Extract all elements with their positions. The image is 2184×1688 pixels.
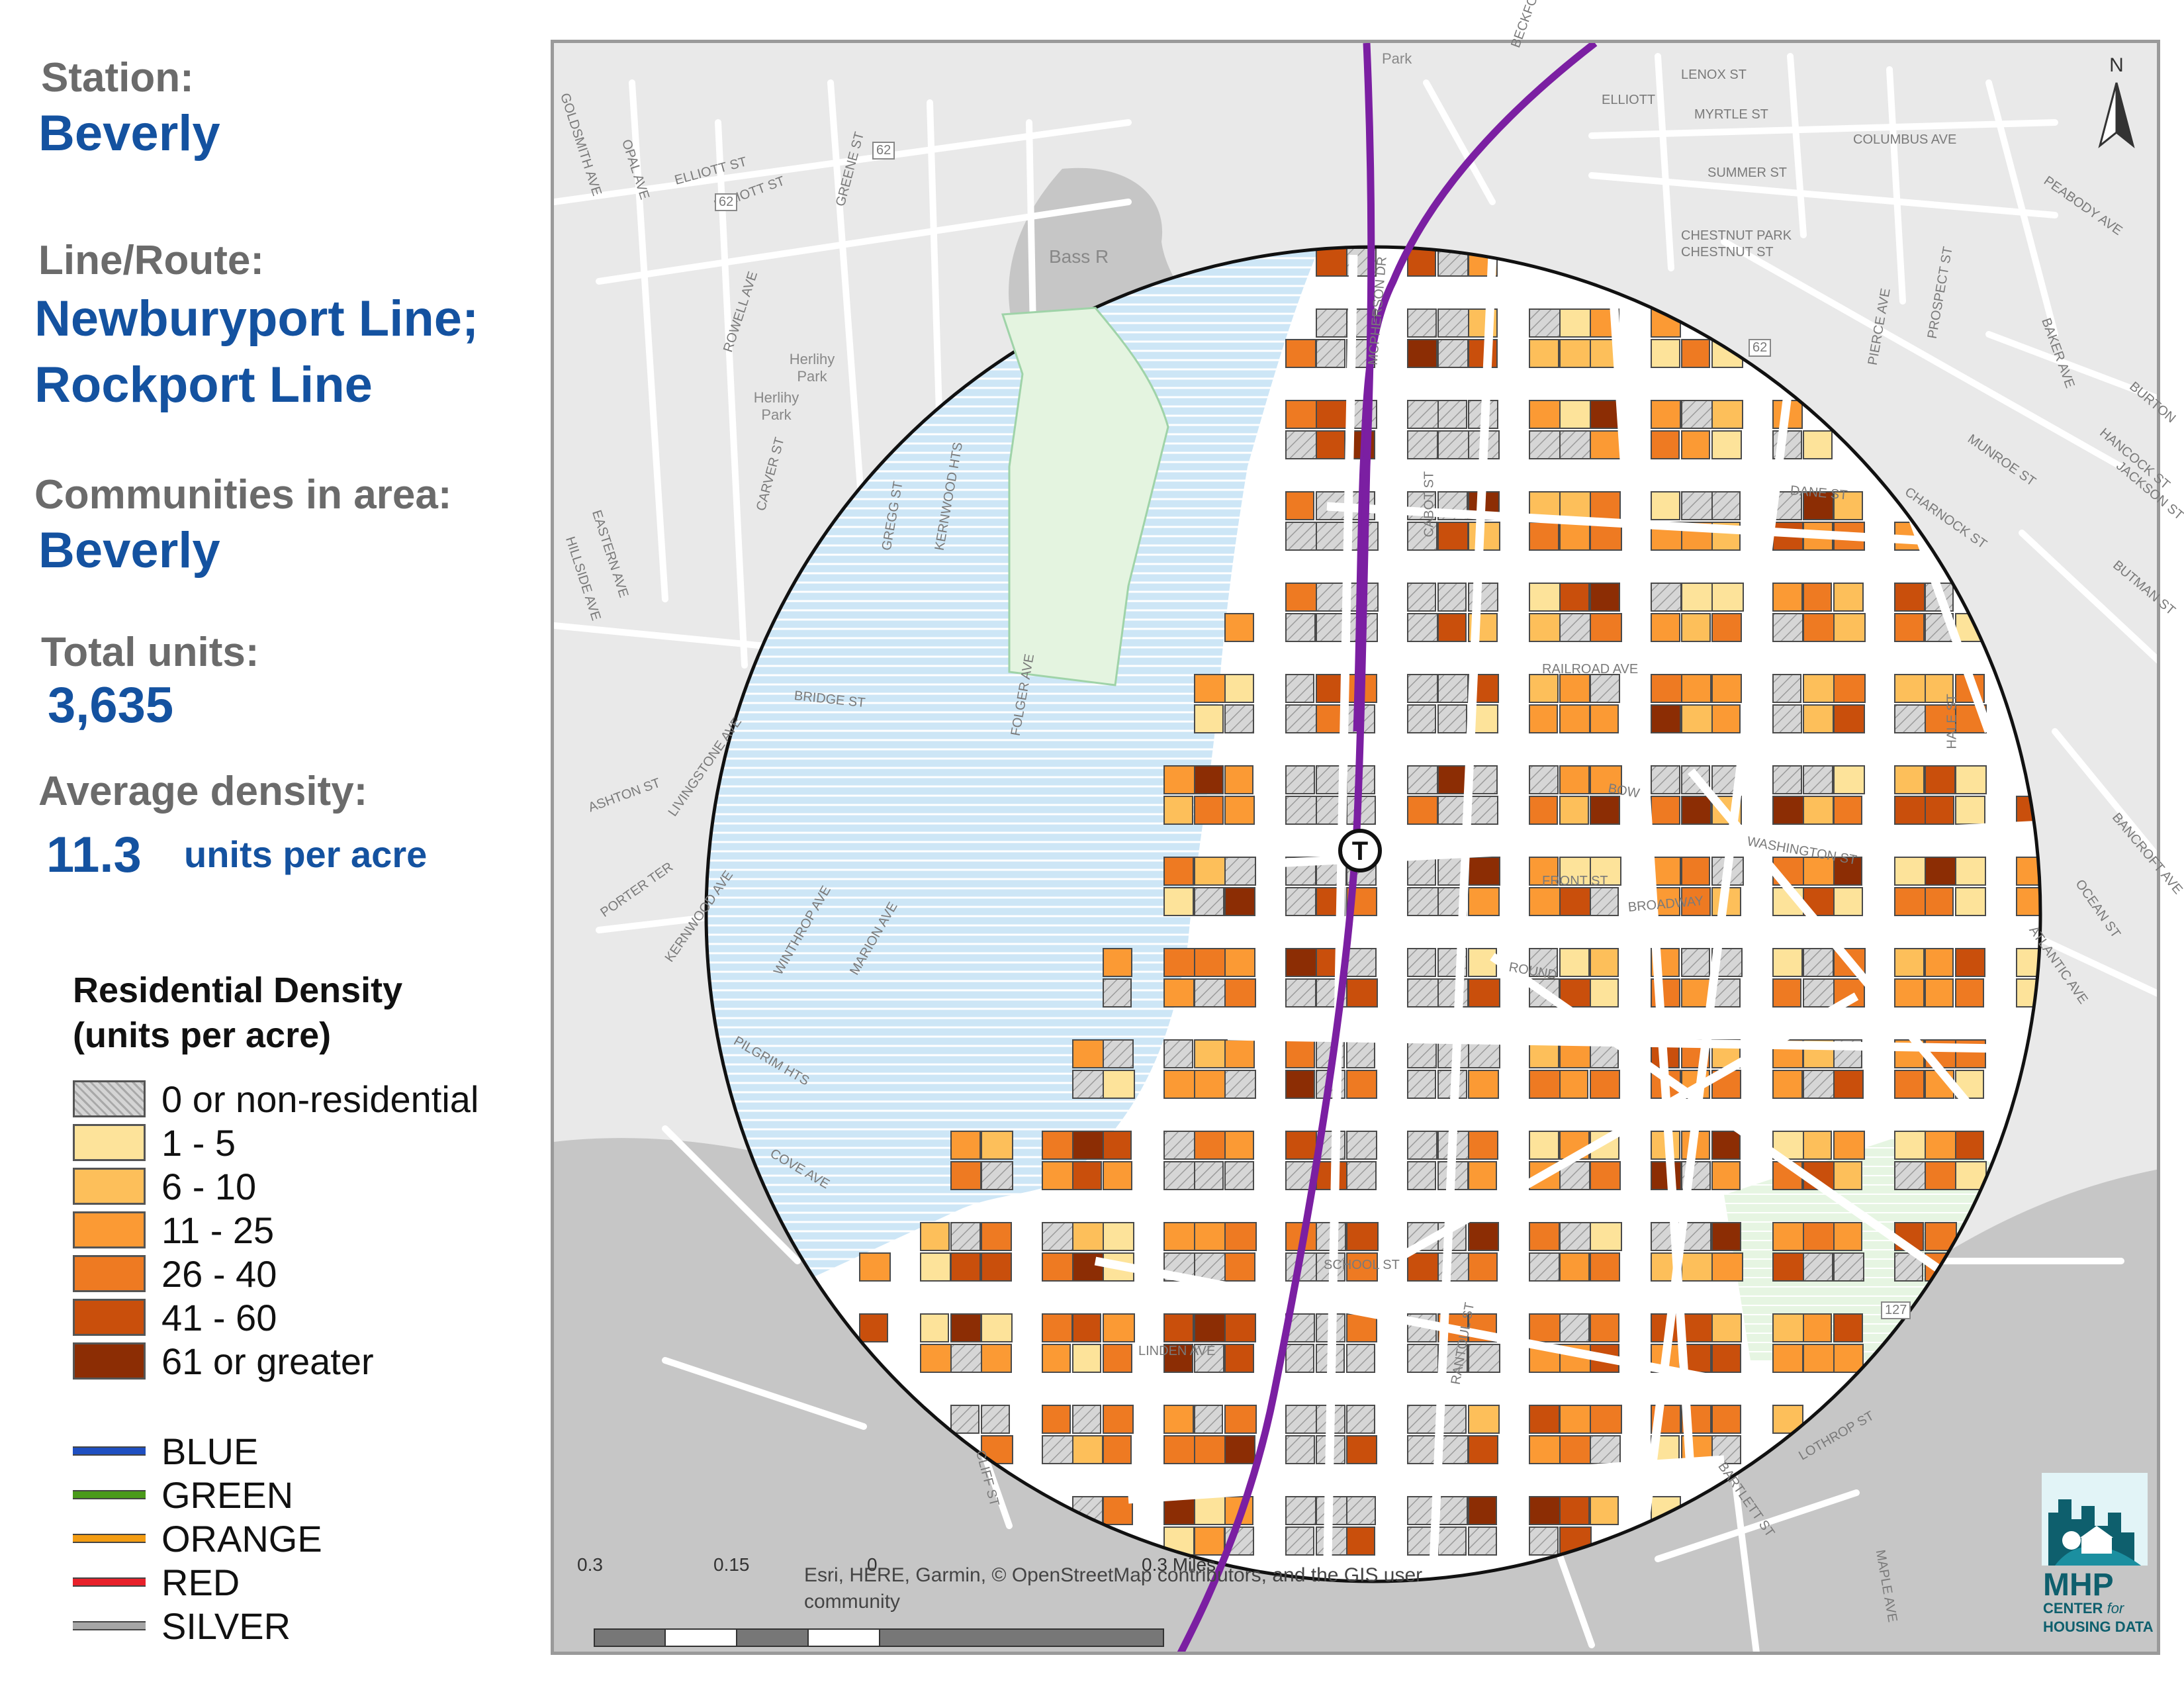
total-units-label: Total units: (41, 630, 259, 675)
density-legend-label: 0 or non-residential (161, 1078, 479, 1120)
transit-line-legend-item: SILVER (73, 1605, 291, 1647)
legend-title-line2: (units per acre) (73, 1015, 332, 1055)
transit-line-legend-item: BLUE (73, 1430, 258, 1472)
density-map[interactable]: T (554, 43, 2160, 1655)
mhp-center-for-housing-data-logo: MHP CENTER for HOUSING DATA (2042, 1473, 2154, 1638)
place-label-herlihy-park-1: Herlihy Park (789, 351, 835, 385)
transit-line-legend-item: ORANGE (73, 1518, 322, 1560)
route-shield: 62 (872, 142, 895, 160)
route-shield: 62 (715, 193, 738, 211)
place-label-park: Park (1382, 50, 1412, 67)
line-route-label: Line/Route: (38, 238, 264, 283)
density-legend-item: 0 or non-residential (73, 1078, 478, 1120)
scale-label-0-15: 0.15 (713, 1554, 750, 1575)
street-label: CHESTNUT ST (1681, 245, 1774, 259)
street-label: CHESTNUT PARK (1681, 228, 1792, 243)
average-density-unit: units per acre (184, 833, 428, 875)
station-symbol: T (1352, 837, 1368, 866)
density-swatch (73, 1124, 146, 1161)
station-marker[interactable]: T (1338, 829, 1382, 872)
place-label-herlihy-park-2: Herlihy Park (753, 389, 799, 423)
street-label: RAILROAD AVE (1542, 662, 1639, 677)
density-legend-label: 11 - 25 (161, 1209, 275, 1251)
density-swatch (73, 1080, 146, 1117)
density-swatch (73, 1342, 146, 1380)
density-legend-label: 61 or greater (161, 1340, 374, 1382)
transit-line-legend-label: ORANGE (161, 1517, 322, 1560)
density-legend-item: 26 - 40 (73, 1252, 277, 1295)
transit-line-symbol (73, 1577, 146, 1587)
density-legend-item: 41 - 60 (73, 1296, 277, 1338)
north-arrow-label: N (2109, 54, 2124, 76)
average-density-label: Average density: (38, 769, 368, 814)
map-attribution: Esri, HERE, Garmin, © OpenStreetMap cont… (804, 1564, 1423, 1613)
transit-line-legend-label: RED (161, 1561, 240, 1603)
street-label: SCHOOL ST (1324, 1258, 1400, 1272)
density-legend-label: 1 - 5 (161, 1121, 236, 1164)
density-legend-label: 6 - 10 (161, 1165, 257, 1207)
street-label: FRONT ST (1542, 874, 1608, 888)
transit-line-symbol (73, 1446, 146, 1456)
street-label: LINDEN AVE (1138, 1344, 1216, 1358)
street-label: SUMMER ST (1707, 165, 1787, 180)
place-label-bass-river: Bass R (1049, 246, 1109, 267)
logo-text-center: CENTER (2043, 1600, 2103, 1617)
legend-title: Residential Density (units per acre) (73, 968, 402, 1058)
transit-line-symbol (73, 1621, 146, 1630)
street-label: COLUMBUS AVE (1853, 132, 1957, 147)
transit-line-legend-item: GREEN (73, 1474, 293, 1516)
logo-text-for: for (2107, 1600, 2124, 1617)
legend-title-line1: Residential Density (73, 970, 403, 1010)
density-legend-item: 11 - 25 (73, 1209, 274, 1251)
logo-text-housing-data: HOUSING DATA (2043, 1618, 2154, 1635)
transit-line-legend-item: RED (73, 1562, 240, 1603)
line-route-value-2: Rockport Line (34, 357, 373, 413)
station-value: Beverly (38, 105, 220, 162)
transit-line-symbol (73, 1490, 146, 1499)
density-swatch (73, 1211, 146, 1248)
density-swatch (73, 1168, 146, 1205)
density-legend-item: 6 - 10 (73, 1165, 257, 1207)
street-label: ELLIOTT (1602, 93, 1656, 107)
logo-text-mhp: MHP (2043, 1568, 2114, 1603)
density-swatch (73, 1255, 146, 1292)
line-route-value-1: Newburyport Line; (34, 291, 479, 347)
scale-label-0-3: 0.3 (577, 1554, 603, 1575)
route-shield: 62 (1749, 339, 1772, 357)
map-frame[interactable]: T (551, 40, 2160, 1655)
density-legend-item: 61 or greater (73, 1340, 374, 1382)
density-legend-item: 1 - 5 (73, 1121, 236, 1164)
route-shield: 127 (1881, 1301, 1911, 1319)
transit-line-legend-label: SILVER (161, 1605, 291, 1647)
average-density-value: 11.3 (46, 827, 142, 883)
density-legend-label: 41 - 60 (161, 1296, 277, 1338)
north-arrow: N (2095, 46, 2138, 152)
density-swatch (73, 1299, 146, 1336)
transit-line-legend-label: BLUE (161, 1430, 259, 1472)
station-label: Station: (41, 55, 194, 101)
communities-value: Beverly (38, 522, 220, 579)
street-label: HALE ST (1944, 694, 1960, 749)
density-legend-label: 26 - 40 (161, 1252, 277, 1295)
street-label: CABOT ST (1422, 471, 1437, 538)
street-label: LENOX ST (1681, 68, 1747, 82)
transit-line-legend-label: GREEN (161, 1474, 294, 1516)
communities-label: Communities in area: (34, 472, 452, 518)
street-label: MYRTLE ST (1694, 107, 1768, 122)
total-units-value: 3,635 (48, 677, 174, 733)
scale-bar (594, 1628, 1164, 1647)
transit-line-symbol (73, 1534, 146, 1543)
